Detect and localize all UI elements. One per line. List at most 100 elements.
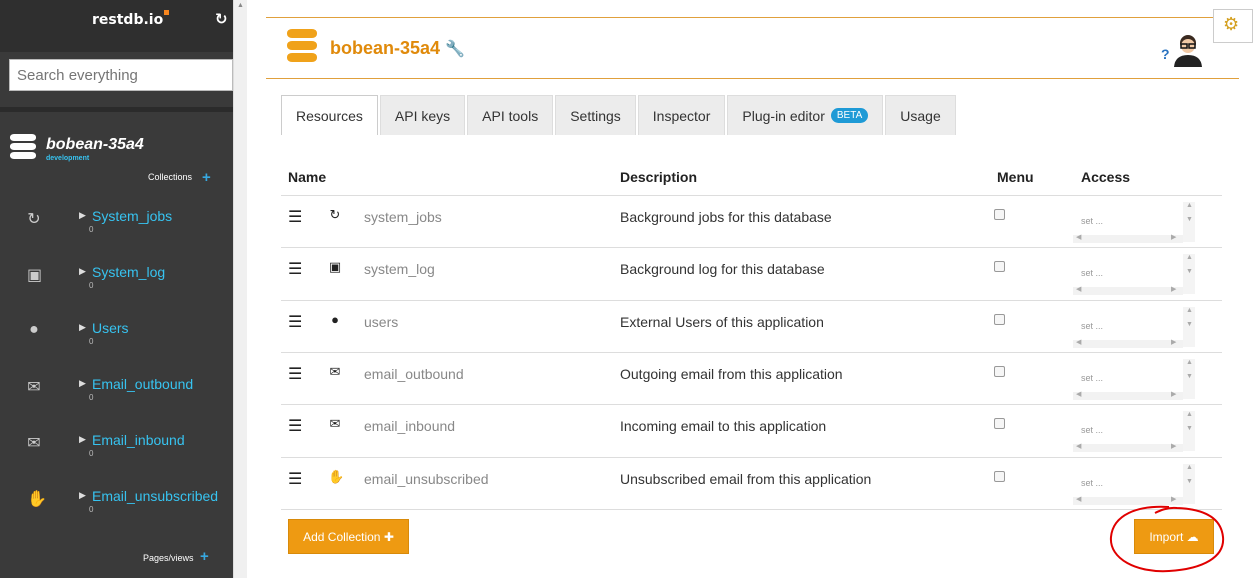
caret-right-icon[interactable]: ▶ [79,434,86,445]
refresh-icon[interactable]: ↻ [215,10,228,28]
access-field[interactable]: set ... ◀ ▶ ▲ ▼ [1073,411,1195,452]
avatar[interactable] [1171,33,1203,67]
tab-api-keys[interactable]: API keys [379,95,466,135]
caret-right-icon[interactable]: ▶ [79,266,86,277]
tab-api-tools[interactable]: API tools [467,95,554,135]
caret-right-icon[interactable]: ▶ [79,378,86,389]
sidebar-item-email-inbound[interactable]: ✉ ▶ Email_inbound 0 [0,427,233,467]
envelope-icon: ✉ [329,364,341,379]
collection-description: Background jobs for this database [620,209,832,225]
sidebar-item-label[interactable]: Email_unsubscribed [92,488,218,504]
menu-checkbox[interactable] [994,314,1005,325]
table-row: ☰ ✉ email_outbound Outgoing email from t… [281,352,1222,404]
add-page-icon[interactable]: + [200,548,209,565]
sidebar-item-label[interactable]: Email_outbound [92,376,193,392]
user-circle-icon: ● [29,321,39,338]
access-field[interactable]: set ... ◀ ▶ ▲ ▼ [1073,202,1195,243]
collection-name[interactable]: system_log [364,261,435,277]
scroll-up-icon[interactable]: ▲ [237,2,244,9]
menu-checkbox[interactable] [994,209,1005,220]
tab-usage[interactable]: Usage [885,95,956,135]
envelope-icon: ✉ [27,379,41,396]
database-icon [10,134,36,164]
envelope-icon: ✉ [27,435,41,452]
column-header-menu: Menu [997,169,1034,185]
drag-handle-icon[interactable]: ☰ [288,312,302,332]
menu-checkbox[interactable] [994,418,1005,429]
sidebar-item-label[interactable]: Users [92,320,129,336]
horizontal-scrollbar[interactable]: ◀ ▶ [1073,234,1183,243]
tab-inspector[interactable]: Inspector [637,95,726,135]
vertical-scrollbar[interactable]: ▲ ▼ [1183,307,1195,347]
database-name[interactable]: bobean-35a4 [46,136,144,154]
sidebar-item-label[interactable]: System_log [92,264,165,280]
collection-name[interactable]: users [364,314,398,330]
database-icon [287,29,317,67]
sidebar-item-label[interactable]: Email_inbound [92,432,185,448]
drag-handle-icon[interactable]: ☰ [288,469,302,489]
header-top-border [266,17,1239,18]
header-bottom-border [266,78,1239,79]
menu-checkbox[interactable] [994,471,1005,482]
horizontal-scrollbar[interactable]: ◀ ▶ [1073,443,1183,452]
access-field[interactable]: set ... ◀ ▶ ▲ ▼ [1073,464,1195,505]
hand-stop-icon: ✋ [328,469,345,484]
tab-plugin-editor[interactable]: Plug-in editor BETA [727,95,884,135]
access-field[interactable]: set ... ◀ ▶ ▲ ▼ [1073,359,1195,400]
collection-name[interactable]: email_outbound [364,366,464,382]
access-field[interactable]: set ... ◀ ▶ ▲ ▼ [1073,254,1195,295]
sidebar-item-email-outbound[interactable]: ✉ ▶ Email_outbound 0 [0,371,233,411]
collection-name[interactable]: system_jobs [364,209,442,225]
vertical-scrollbar[interactable]: ▲ ▼ [1183,202,1195,242]
menu-checkbox[interactable] [994,366,1005,377]
horizontal-scrollbar[interactable]: ◀ ▶ [1073,339,1183,348]
tab-label: Plug-in editor [742,107,825,124]
collection-name[interactable]: email_unsubscribed [364,471,489,487]
collection-name[interactable]: email_inbound [364,418,455,434]
caret-right-icon[interactable]: ▶ [79,210,86,221]
drag-handle-icon[interactable]: ☰ [288,207,302,227]
sidebar-item-email-unsubscribed[interactable]: ✋ ▶ Email_unsubscribed 0 [0,483,233,523]
annotation-circle [1109,505,1225,573]
item-count: 0 [89,449,94,458]
vertical-scrollbar[interactable]: ▲ ▼ [1183,411,1195,451]
vertical-scrollbar[interactable]: ▲ ▼ [1183,359,1195,399]
wrench-icon[interactable]: 🔧 [445,41,465,58]
vertical-scrollbar[interactable]: ▲ ▼ [1183,464,1195,504]
add-collection-button[interactable]: Add Collection ✚ [288,519,409,554]
tab-resources[interactable]: Resources [281,95,378,135]
sidebar-item-system-jobs[interactable]: ↻ ▶ System_jobs 0 [0,203,233,243]
drag-handle-icon[interactable]: ☰ [288,364,302,384]
table-row: ☰ ↻ system_jobs Background jobs for this… [281,195,1222,247]
settings-gear-button[interactable]: ⚙ [1213,9,1253,43]
collection-description: Outgoing email from this application [620,366,843,382]
access-text: set ... [1081,268,1104,278]
refresh-icon: ↻ [329,207,341,222]
button-label: Add Collection [303,529,381,544]
caret-right-icon[interactable]: ▶ [79,322,86,333]
help-icon[interactable]: ? [1161,46,1170,62]
sidebar: restdb.io ↻ bobean-35a4 development Coll… [0,0,233,578]
caret-right-icon[interactable]: ▶ [79,490,86,501]
horizontal-scrollbar[interactable]: ◀ ▶ [1073,391,1183,400]
sidebar-item-users[interactable]: ● ▶ Users 0 [0,315,233,355]
access-text: set ... [1081,478,1104,488]
drag-handle-icon[interactable]: ☰ [288,416,302,436]
beta-badge: BETA [830,108,869,123]
collection-description: Unsubscribed email from this application [620,471,872,487]
sidebar-item-system-log[interactable]: ▣ ▶ System_log 0 [0,259,233,299]
drag-handle-icon[interactable]: ☰ [288,259,302,279]
vertical-scrollbar[interactable]: ▲ ▼ [1183,254,1195,294]
search-input[interactable] [9,59,233,91]
brand-logo[interactable]: restdb.io [92,10,170,28]
sidebar-scrollbar[interactable]: ▲ [233,0,247,578]
item-count: 0 [89,225,94,234]
menu-checkbox[interactable] [994,261,1005,272]
horizontal-scrollbar[interactable]: ◀ ▶ [1073,286,1183,295]
tab-settings[interactable]: Settings [555,95,636,135]
access-field[interactable]: set ... ◀ ▶ ▲ ▼ [1073,307,1195,348]
add-collection-icon[interactable]: + [202,169,211,186]
sidebar-item-label[interactable]: System_jobs [92,208,172,224]
column-header-name: Name [288,169,327,185]
item-count: 0 [89,337,94,346]
